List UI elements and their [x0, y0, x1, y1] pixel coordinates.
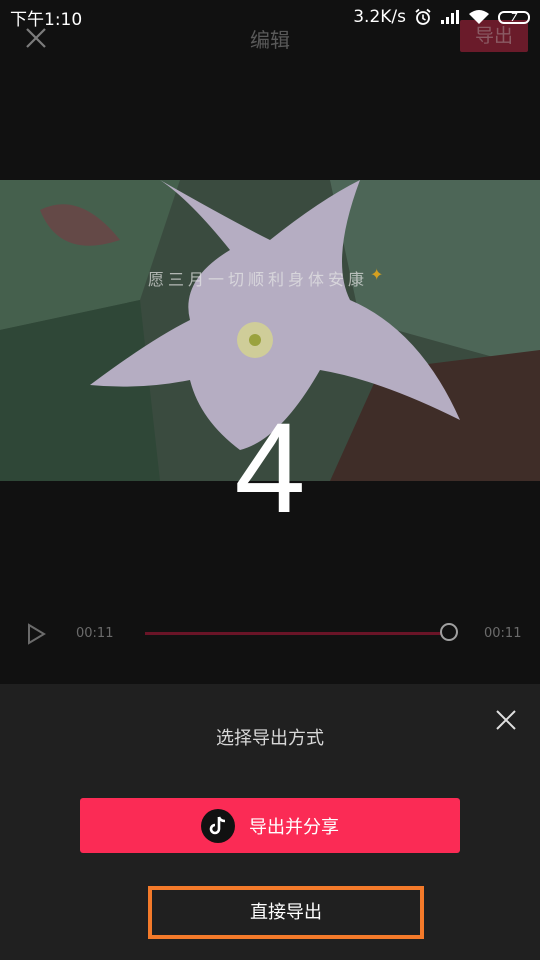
network-speed: 3.2K/s: [353, 7, 406, 27]
countdown-number: 4: [234, 397, 306, 540]
battery-icon: 7: [498, 10, 530, 24]
export-and-share-button[interactable]: 导出并分享: [80, 798, 460, 853]
signal-icon: [441, 10, 459, 24]
direct-export-button[interactable]: 直接导出: [148, 886, 424, 939]
status-bar: 下午1:10 3.2K/s 7: [0, 0, 540, 34]
playback-controls: 00:11 00:11: [0, 618, 540, 650]
direct-export-label: 直接导出: [250, 902, 322, 923]
sheet-title: 选择导出方式: [216, 728, 324, 749]
video-overlay-caption: 愿三月一切顺利身体安康: [148, 270, 369, 289]
tiktok-icon: [201, 808, 235, 843]
close-icon[interactable]: [494, 708, 518, 732]
share-button-label: 导出并分享: [249, 816, 339, 838]
wifi-icon: [469, 10, 489, 24]
progress-track[interactable]: [145, 632, 450, 635]
status-right: 3.2K/s 7: [353, 7, 530, 27]
sparkle-icon: ✦: [370, 265, 384, 284]
current-time: 00:11: [76, 626, 114, 641]
export-options-sheet: 选择导出方式 导出并分享 直接导出: [0, 684, 540, 960]
progress-thumb[interactable]: [440, 623, 458, 641]
alarm-icon: [415, 8, 431, 25]
total-time: 00:11: [484, 626, 522, 641]
play-icon[interactable]: [24, 622, 48, 646]
status-time: 下午1:10: [10, 9, 83, 30]
